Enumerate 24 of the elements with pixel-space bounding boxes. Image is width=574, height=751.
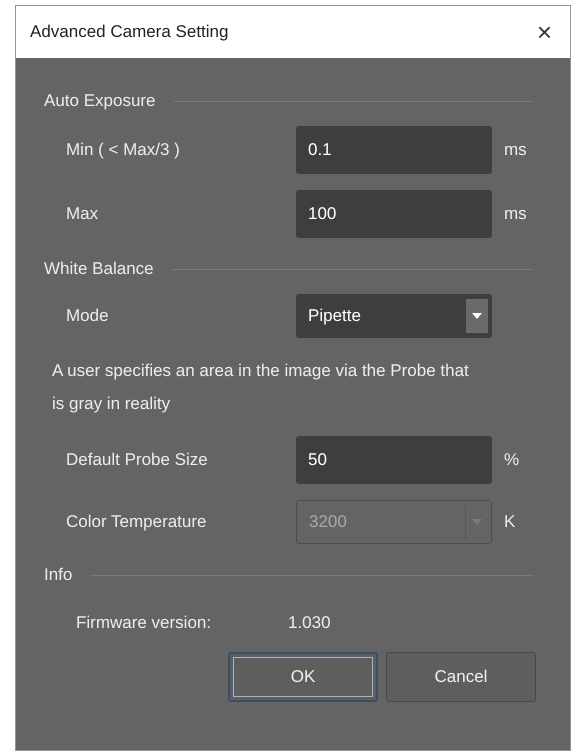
- input-field[interactable]: 50: [296, 436, 492, 484]
- cancel-button[interactable]: Cancel: [386, 652, 536, 702]
- close-button[interactable]: ×: [536, 19, 552, 45]
- field-label: Max: [65, 203, 100, 226]
- unit-label: ms: [504, 139, 527, 162]
- unit-label: ms: [504, 203, 527, 226]
- input-field[interactable]: 100: [296, 190, 492, 238]
- caret-icon: [466, 299, 488, 333]
- section-heading: Auto Exposure: [44, 90, 156, 112]
- ok-button[interactable]: OK: [228, 652, 378, 702]
- dropdown[interactable]: Pipette: [296, 294, 492, 338]
- field-label: Firmware version:: [75, 612, 212, 634]
- section-heading: White Balance: [44, 258, 154, 280]
- field-label: Min ( < Max/3 ): [65, 139, 181, 162]
- unit-label: %: [504, 449, 520, 472]
- field-label: Color Temperature: [65, 511, 208, 534]
- field-label: Default Probe Size: [65, 449, 209, 472]
- firmware-version: 1.030: [288, 612, 331, 634]
- input-field[interactable]: 0.1: [296, 126, 492, 174]
- description-text: A user specifies an area in the image via the Probe that is gray in reality: [51, 360, 470, 415]
- field-label: Mode: [65, 305, 110, 328]
- window-title: Advanced Camera Setting: [30, 21, 228, 44]
- section-heading: Info: [44, 564, 72, 586]
- unit-label: K: [504, 511, 516, 534]
